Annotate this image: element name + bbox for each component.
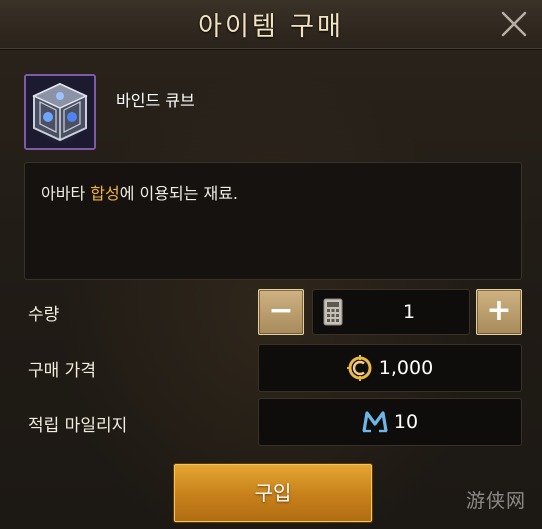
mileage-m-icon <box>362 411 388 433</box>
price-value: 1,000 <box>378 357 434 379</box>
item-name: 바인드 큐브 <box>116 91 195 110</box>
quantity-label: 수량 <box>28 305 60 325</box>
purchase-dialog: 아이템 구매 바인드 큐브 아바타 합성에 이용되는 재료. 수량 − 1 + … <box>0 0 542 529</box>
quantity-value: 1 <box>402 301 416 323</box>
dialog-title: 아이템 구매 <box>198 12 344 42</box>
close-icon <box>501 11 527 37</box>
quantity-field[interactable]: 1 <box>312 289 470 335</box>
quantity-plus-button[interactable]: + <box>476 289 522 335</box>
description-text-before: 아바타 <box>41 184 91 203</box>
gold-coin-icon <box>346 355 372 381</box>
description-highlight: 합성 <box>90 184 120 203</box>
buy-button[interactable]: 구입 <box>174 464 372 522</box>
description-text-after: 에 이용되는 재료. <box>119 184 239 203</box>
title-bar: 아이템 구매 <box>0 0 542 49</box>
mileage-value: 10 <box>393 411 419 433</box>
quantity-minus-button[interactable]: − <box>258 289 304 335</box>
price-label: 구매 가격 <box>28 361 96 381</box>
mileage-label: 적립 마일리지 <box>28 416 128 436</box>
watermark: 游侠网 <box>466 490 527 512</box>
item-description: 아바타 합성에 이용되는 재료. <box>41 180 238 204</box>
price-box: 1,000 <box>258 344 522 392</box>
description-box: 아바타 합성에 이용되는 재료. <box>24 162 522 280</box>
calculator-icon[interactable] <box>323 298 343 326</box>
mileage-box: 10 <box>258 398 522 446</box>
bind-cube-icon <box>24 74 96 150</box>
close-button[interactable] <box>498 8 530 40</box>
